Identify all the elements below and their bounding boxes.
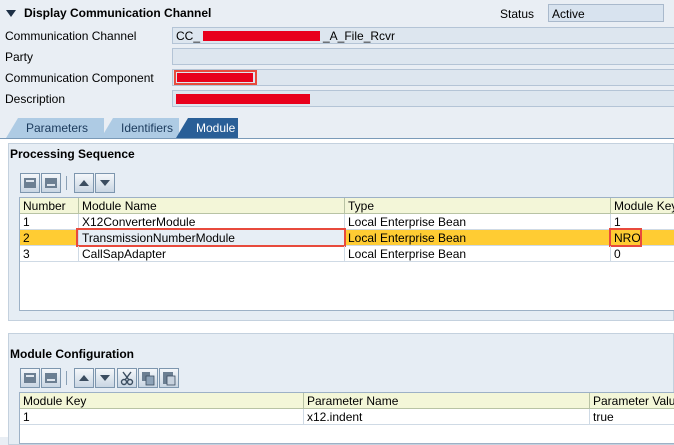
move-up-button[interactable]: [74, 173, 94, 193]
move-up-button[interactable]: [74, 368, 94, 388]
highlight-box: [609, 228, 642, 247]
table-header-row: Number Module Name Type Module Key: [20, 198, 674, 214]
cell-number[interactable]: 2: [20, 230, 79, 246]
arrow-down-icon: [100, 180, 110, 186]
cell-number[interactable]: 1: [20, 214, 79, 230]
arrow-down-icon: [100, 375, 110, 381]
insert-row-icon: [24, 373, 36, 383]
highlight-box: [76, 228, 346, 247]
cell-module-key[interactable]: 1: [20, 409, 304, 425]
scissors-icon: [120, 371, 134, 386]
paste-button[interactable]: [159, 368, 179, 388]
redaction-mark: [176, 94, 310, 104]
toolbar-separator: [66, 176, 67, 190]
channel-prefix: CC_: [176, 29, 201, 43]
cell-type[interactable]: Local Enterprise Bean: [345, 230, 611, 246]
cell-type[interactable]: Local Enterprise Bean: [345, 246, 611, 262]
table-row[interactable]: 3 CallSapAdapter Local Enterprise Bean 0: [20, 246, 674, 262]
configuration-panel: Module Configuration Module Key Paramete…: [0, 329, 674, 445]
tab-strip: Parameters Identifiers Module: [0, 118, 674, 139]
component-label: Communication Component: [5, 71, 154, 85]
insert-row-icon: [24, 178, 36, 188]
component-field[interactable]: [172, 69, 674, 86]
column-header[interactable]: Type: [345, 198, 611, 214]
insert-row-button[interactable]: [20, 368, 40, 388]
redaction-mark: [203, 31, 320, 41]
delete-row-button[interactable]: [41, 368, 61, 388]
channel-suffix: _A_File_Rcvr: [323, 29, 396, 43]
toggle-triangle-icon[interactable]: [6, 8, 16, 18]
paste-icon: [163, 372, 176, 386]
cell-module-key[interactable]: 0: [611, 246, 674, 262]
column-header[interactable]: Parameter Value: [590, 393, 674, 409]
cell-parameter-name[interactable]: x12.indent: [304, 409, 590, 425]
processing-table: Number Module Name Type Module Key 1 X12…: [19, 197, 674, 311]
column-header[interactable]: Parameter Name: [304, 393, 590, 409]
table-row-selected[interactable]: 2 TransmissionNumberModule Local Enterpr…: [20, 228, 674, 247]
processing-panel: Processing Sequence Number Module Name T…: [0, 139, 674, 329]
arrow-up-icon: [79, 180, 89, 186]
cell-type[interactable]: Local Enterprise Bean: [345, 214, 611, 230]
table-row[interactable]: 1 x12.indent true: [20, 409, 674, 425]
copy-button[interactable]: [138, 368, 158, 388]
processing-title: Processing Sequence: [10, 147, 135, 161]
cell-parameter-value[interactable]: true: [590, 409, 674, 425]
tab-module[interactable]: Module: [176, 118, 238, 138]
delete-row-icon: [45, 373, 57, 383]
cell-number[interactable]: 3: [20, 246, 79, 262]
description-label: Description: [5, 92, 66, 106]
move-down-button[interactable]: [95, 173, 115, 193]
cut-button[interactable]: [117, 368, 137, 388]
title-bar: Display Communication Channel Status Act…: [0, 0, 674, 26]
party-field[interactable]: [172, 48, 674, 65]
configuration-title: Module Configuration: [10, 347, 134, 361]
toolbar-separator: [66, 371, 67, 385]
status-label: Status: [500, 7, 535, 21]
configuration-table: Module Key Parameter Name Parameter Valu…: [19, 392, 674, 444]
description-field[interactable]: [172, 90, 674, 107]
column-header[interactable]: Module Name: [79, 198, 345, 214]
page-title: Display Communication Channel: [24, 6, 212, 20]
channel-label: Communication Channel: [5, 29, 137, 43]
status-field: Active: [548, 4, 664, 22]
cell-module-name[interactable]: CallSapAdapter: [79, 246, 345, 262]
table-header-row: Module Key Parameter Name Parameter Valu…: [20, 393, 674, 409]
channel-field[interactable]: CC_ _A_File_Rcvr: [172, 27, 674, 44]
tab-parameters[interactable]: Parameters: [6, 118, 104, 138]
move-down-button[interactable]: [95, 368, 115, 388]
copy-icon: [142, 372, 155, 386]
delete-row-button[interactable]: [41, 173, 61, 193]
delete-row-icon: [45, 178, 57, 188]
party-label: Party: [5, 50, 34, 64]
column-header[interactable]: Module Key: [20, 393, 304, 409]
redaction-mark: [177, 73, 253, 82]
insert-row-button[interactable]: [20, 173, 40, 193]
arrow-up-icon: [79, 375, 89, 381]
column-header[interactable]: Module Key: [611, 198, 674, 214]
column-header[interactable]: Number: [20, 198, 79, 214]
tab-identifiers[interactable]: Identifiers: [101, 118, 179, 138]
